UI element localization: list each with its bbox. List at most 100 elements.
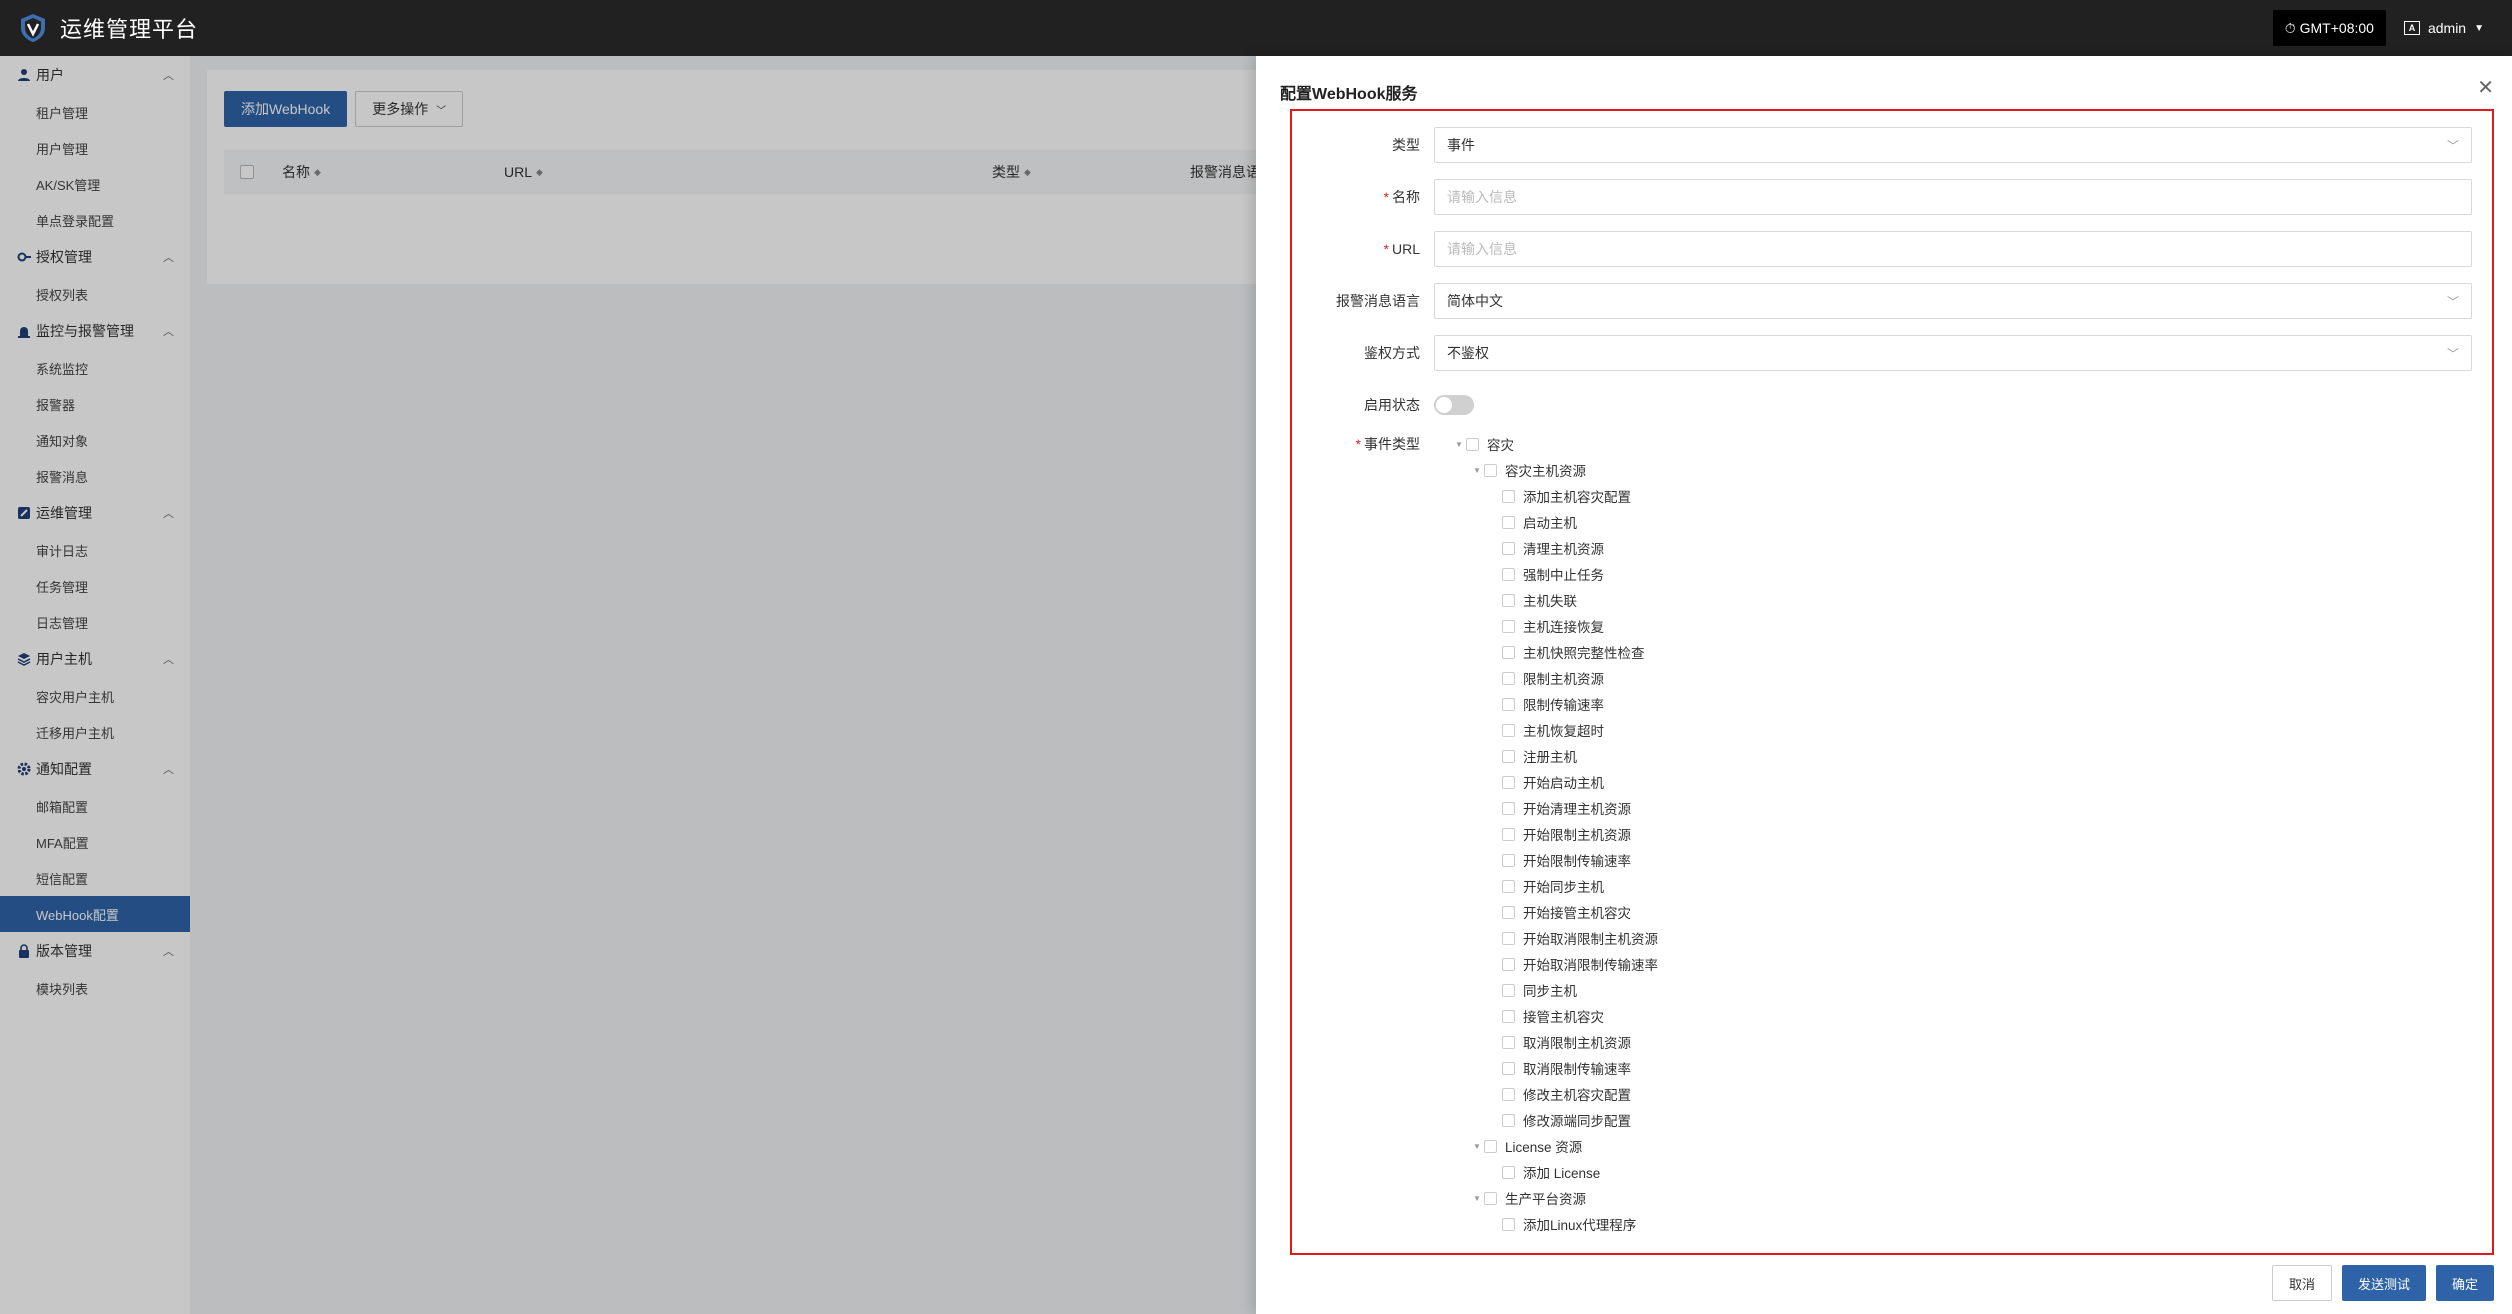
tree-checkbox[interactable] bbox=[1502, 1061, 1515, 1075]
tree-node[interactable]: ▼ 开始取消限制主机资源 bbox=[1452, 925, 2482, 951]
tree-checkbox[interactable] bbox=[1502, 645, 1515, 659]
caret-down-icon[interactable]: ▼ bbox=[1470, 1194, 1484, 1203]
tree-node[interactable]: ▼ License 资源 bbox=[1452, 1133, 2482, 1159]
tree-checkbox[interactable] bbox=[1502, 1009, 1515, 1023]
tree-checkbox[interactable] bbox=[1502, 957, 1515, 971]
tree-checkbox[interactable] bbox=[1502, 593, 1515, 607]
tree-checkbox[interactable] bbox=[1502, 1035, 1515, 1049]
modal-mask[interactable] bbox=[0, 56, 1256, 1314]
tree-checkbox[interactable] bbox=[1502, 827, 1515, 841]
name-input[interactable] bbox=[1434, 179, 2472, 215]
tree-node[interactable]: ▼ 开始取消限制传输速率 bbox=[1452, 951, 2482, 977]
tree-node[interactable]: ▼ 修改主机容灾配置 bbox=[1452, 1081, 2482, 1107]
tree-checkbox[interactable] bbox=[1502, 697, 1515, 711]
tree-node[interactable]: ▼ 取消限制主机资源 bbox=[1452, 1029, 2482, 1055]
tree-node[interactable]: ▼ 开始限制主机资源 bbox=[1452, 821, 2482, 847]
send-test-button[interactable]: 发送测试 bbox=[2341, 1265, 2426, 1301]
tree-node[interactable]: ▼ 修改源端同步配置 bbox=[1452, 1107, 2482, 1133]
tree-checkbox[interactable] bbox=[1484, 1139, 1497, 1153]
tree-checkbox[interactable] bbox=[1502, 723, 1515, 737]
tree-checkbox[interactable] bbox=[1466, 437, 1479, 451]
tree-checkbox[interactable] bbox=[1502, 931, 1515, 945]
timezone-label: GMT+08:00 bbox=[2299, 20, 2374, 36]
tree-node[interactable]: ▼ 主机连接恢复 bbox=[1452, 613, 2482, 639]
tree-node[interactable]: ▼ 主机快照完整性检查 bbox=[1452, 639, 2482, 665]
tree-checkbox[interactable] bbox=[1502, 515, 1515, 529]
language-row: 报警消息语言 简体中文 ﹀ bbox=[1292, 283, 2492, 319]
tree-checkbox[interactable] bbox=[1502, 567, 1515, 581]
tree-node[interactable]: ▼ 同步主机 bbox=[1452, 977, 2482, 1003]
tree-node[interactable]: ▼ 添加主机容灾配置 bbox=[1452, 483, 2482, 509]
tree-checkbox[interactable] bbox=[1484, 1191, 1497, 1205]
tree-checkbox[interactable] bbox=[1502, 1165, 1515, 1179]
tree-node[interactable]: ▼ 开始清理主机资源 bbox=[1452, 795, 2482, 821]
tree-node[interactable]: ▼ 开始启动主机 bbox=[1452, 769, 2482, 795]
tree-checkbox[interactable] bbox=[1502, 879, 1515, 893]
tree-node[interactable]: ▼ 注册主机 bbox=[1452, 743, 2482, 769]
tree-node-label: 生产平台资源 bbox=[1505, 1192, 1586, 1207]
tree-checkbox[interactable] bbox=[1484, 463, 1497, 477]
tree-checkbox[interactable] bbox=[1502, 1113, 1515, 1127]
tree-node[interactable]: ▼ 容灾主机资源 bbox=[1452, 457, 2482, 483]
tree-checkbox[interactable] bbox=[1502, 489, 1515, 503]
tree-node-label: 主机连接恢复 bbox=[1523, 620, 1604, 635]
tree-node-label: 限制主机资源 bbox=[1523, 672, 1604, 687]
tree-checkbox[interactable] bbox=[1502, 775, 1515, 789]
tree-node-label: 修改源端同步配置 bbox=[1523, 1114, 1631, 1129]
tree-checkbox[interactable] bbox=[1502, 1217, 1515, 1231]
user-name: admin bbox=[2427, 20, 2467, 36]
tree-node[interactable]: ▼ 开始同步主机 bbox=[1452, 873, 2482, 899]
name-label: * 名称 bbox=[1383, 189, 1420, 205]
tree-checkbox[interactable] bbox=[1502, 853, 1515, 867]
type-select[interactable]: 事件 ﹀ bbox=[1434, 127, 2472, 163]
close-icon[interactable]: ✕ bbox=[2477, 78, 2494, 98]
tree-node-label: 容灾 bbox=[1487, 438, 1514, 453]
tree-node[interactable]: ▼ 启动主机 bbox=[1452, 509, 2482, 535]
language-select[interactable]: 简体中文 ﹀ bbox=[1434, 283, 2472, 319]
tree-node[interactable]: ▼ 取消限制传输速率 bbox=[1452, 1055, 2482, 1081]
tree-checkbox[interactable] bbox=[1502, 619, 1515, 633]
tree-node[interactable]: ▼ 添加 License bbox=[1452, 1159, 2482, 1185]
tree-node[interactable]: ▼ 容灾 bbox=[1452, 431, 2482, 457]
tree-node[interactable]: ▼ 接管主机容灾 bbox=[1452, 1003, 2482, 1029]
auth-value: 不鉴权 bbox=[1447, 345, 1489, 361]
tree-checkbox[interactable] bbox=[1502, 749, 1515, 763]
tree-node[interactable]: ▼ 限制传输速率 bbox=[1452, 691, 2482, 717]
tree-checkbox[interactable] bbox=[1502, 1087, 1515, 1101]
clock-icon: ⏱ bbox=[2284, 19, 2296, 36]
user-menu[interactable]: A admin ▼ bbox=[2403, 20, 2484, 36]
tree-node[interactable]: ▼ 开始接管主机容灾 bbox=[1452, 899, 2482, 925]
tree-node[interactable]: ▼ 强制中止任务 bbox=[1452, 561, 2482, 587]
tree-node[interactable]: ▼ 主机失联 bbox=[1452, 587, 2482, 613]
chevron-down-icon: ﹀ bbox=[2446, 346, 2459, 361]
caret-down-icon[interactable]: ▼ bbox=[1470, 1142, 1484, 1151]
tree-node[interactable]: ▼ 添加Linux代理程序 bbox=[1452, 1211, 2482, 1237]
tree-checkbox[interactable] bbox=[1502, 801, 1515, 815]
tree-node-label: 修改主机容灾配置 bbox=[1523, 1088, 1631, 1103]
tree-checkbox[interactable] bbox=[1502, 905, 1515, 919]
language-value: 简体中文 bbox=[1447, 293, 1503, 309]
tree-node[interactable]: ▼ 主机恢复超时 bbox=[1452, 717, 2482, 743]
tree-checkbox[interactable] bbox=[1502, 983, 1515, 997]
tree-node-label: 开始取消限制传输速率 bbox=[1523, 958, 1658, 973]
auth-select[interactable]: 不鉴权 ﹀ bbox=[1434, 335, 2472, 371]
app-title: 运维管理平台 bbox=[60, 17, 199, 42]
url-input[interactable] bbox=[1434, 231, 2472, 267]
caret-down-icon[interactable]: ▼ bbox=[1452, 440, 1466, 449]
status-toggle[interactable] bbox=[1434, 395, 1474, 415]
caret-down-icon[interactable]: ▼ bbox=[1470, 466, 1484, 475]
tree-node[interactable]: ▼ 开始限制传输速率 bbox=[1452, 847, 2482, 873]
confirm-button[interactable]: 确定 bbox=[2435, 1265, 2494, 1301]
cancel-button[interactable]: 取消 bbox=[2271, 1265, 2332, 1301]
tree-node-label: 开始限制主机资源 bbox=[1523, 828, 1631, 843]
tree-node[interactable]: ▼ 清理主机资源 bbox=[1452, 535, 2482, 561]
tree-node[interactable]: ▼ 生产平台资源 bbox=[1452, 1185, 2482, 1211]
tree-node-label: 取消限制主机资源 bbox=[1523, 1036, 1631, 1051]
tree-checkbox[interactable] bbox=[1502, 671, 1515, 685]
tree-node[interactable]: ▼ 限制主机资源 bbox=[1452, 665, 2482, 691]
chevron-down-icon: ﹀ bbox=[2446, 138, 2459, 153]
chevron-down-icon: ﹀ bbox=[2446, 294, 2459, 309]
logo-icon bbox=[16, 11, 50, 45]
timezone-button[interactable]: ⏱ GMT+08:00 bbox=[2272, 10, 2386, 46]
tree-checkbox[interactable] bbox=[1502, 541, 1515, 555]
